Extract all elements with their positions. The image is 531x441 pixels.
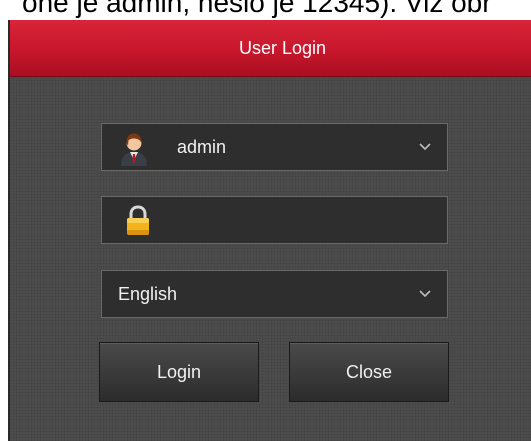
user-avatar-icon <box>121 133 147 166</box>
username-value: admin <box>177 137 227 157</box>
page-caption-text: one je admin, heslo je 12345). Viz obr <box>22 0 492 18</box>
language-value: English <box>118 284 178 304</box>
chevron-down-icon[interactable] <box>417 285 433 301</box>
close-button[interactable]: Close <box>289 342 449 402</box>
password-input[interactable] <box>101 196 448 244</box>
username-select[interactable]: admin <box>101 123 448 171</box>
dialog-title: User Login <box>238 37 327 58</box>
user-login-dialog: User Login admin English Login Close <box>8 20 531 441</box>
language-select[interactable]: English <box>101 270 448 318</box>
login-button[interactable]: Login <box>99 342 259 402</box>
dialog-titlebar: User Login <box>10 20 531 77</box>
chevron-down-icon[interactable] <box>417 138 433 154</box>
lock-icon <box>127 205 149 235</box>
